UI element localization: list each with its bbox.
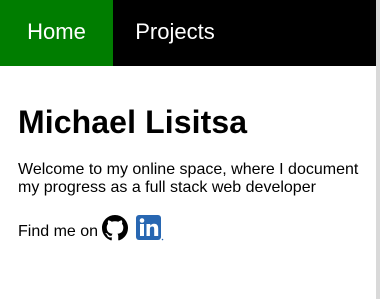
nav-home-link[interactable]: Home bbox=[0, 0, 113, 66]
find-me-label: Find me on bbox=[18, 223, 99, 240]
linkedin-icon bbox=[136, 215, 164, 241]
main-content: Michael Lisitsa bbox=[18, 102, 368, 142]
nav-projects-link[interactable]: Projects bbox=[113, 0, 237, 66]
github-icon bbox=[102, 215, 129, 241]
nav-home-label: Home bbox=[27, 19, 86, 44]
page-title: Michael Lisitsa bbox=[18, 104, 248, 140]
scrollbar[interactable] bbox=[376, 0, 380, 299]
linkedin-link[interactable] bbox=[135, 213, 165, 243]
nav-projects-label: Projects bbox=[135, 19, 215, 44]
intro-text: Welcome to my online space, where I docu… bbox=[18, 161, 359, 196]
page: Home Projects Michael Lisitsa Welcome to… bbox=[0, 0, 376, 299]
social-links: Find me on bbox=[18, 213, 165, 243]
github-link[interactable] bbox=[102, 215, 129, 241]
top-nav: Home Projects bbox=[0, 0, 376, 66]
